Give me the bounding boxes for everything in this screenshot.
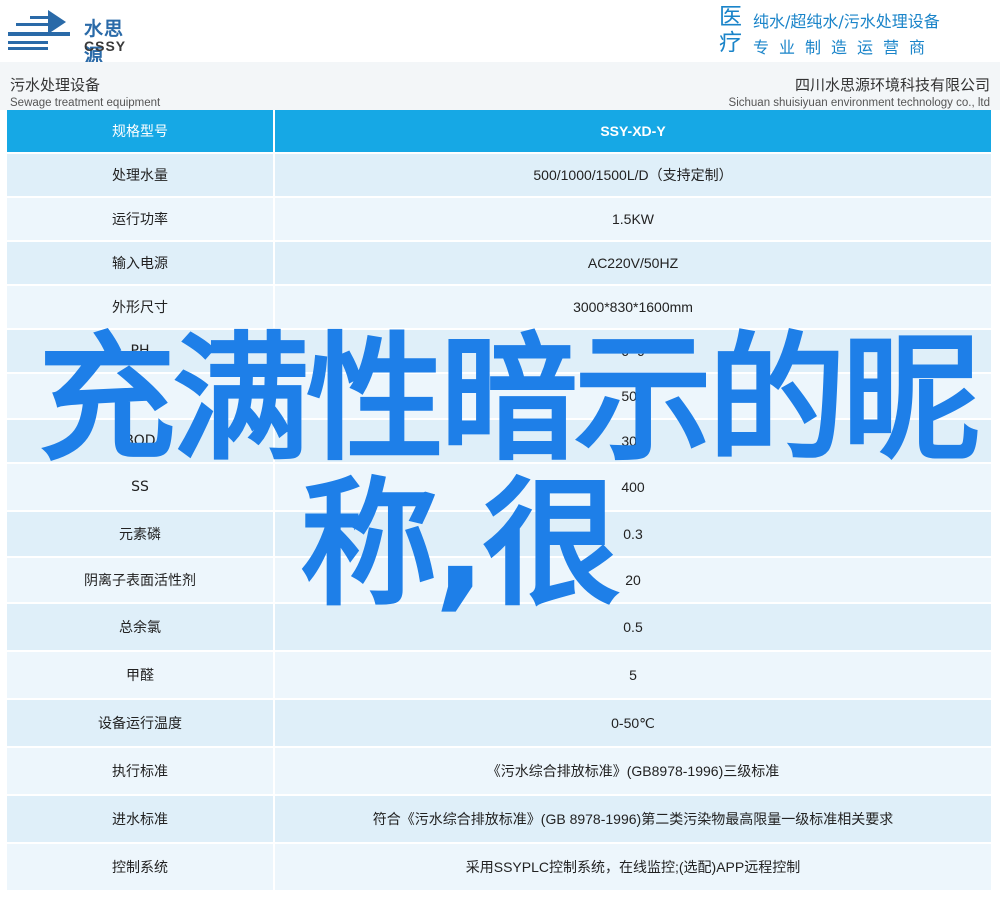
row-value: 400 (621, 479, 645, 495)
slogan-line-2: 专业制造运营商 (753, 38, 936, 57)
slogan: 医疗 纯水/超纯水/污水处理设备 专业制造运营商 (719, 4, 995, 57)
row-label: 进水标准 (7, 796, 275, 842)
table-header-label: 规格型号 (7, 110, 275, 152)
row-label: 输入电源 (7, 242, 275, 284)
row-value: 5 (629, 667, 637, 683)
sub-header: 污水处理设备 Sewage treatment equipment 四川水思源环… (0, 62, 1000, 110)
row-label: 设备运行温度 (7, 700, 275, 746)
row-label: 元素磷 (7, 512, 275, 556)
row-value: 3000*830*1600mm (573, 299, 693, 315)
row-label: 控制系统 (7, 844, 275, 890)
page-header: 水思源 CSSY 医疗 纯水/超纯水/污水处理设备 专业制造运营商 (0, 0, 1000, 67)
table-row: BOD 300 (7, 420, 991, 464)
table-row: 外形尺寸 3000*830*1600mm (7, 286, 991, 330)
table-row: 处理水量 500/1000/1500L/D（支持定制） (7, 154, 991, 198)
row-value: 符合《污水综合排放标准》(GB 8978-1996)第二类污染物最高限量一级标准… (372, 811, 894, 827)
table-row: 总余氯 0.5 (7, 604, 991, 652)
company-info: 四川水思源环境科技有限公司 Sichuan shuisiyuan environ… (729, 74, 990, 109)
table-row: COD 500 (7, 374, 991, 420)
slogan-line-1: 纯水/超纯水/污水处理设备 (753, 12, 940, 31)
row-value: 500 (621, 388, 645, 404)
row-label: 阴离子表面活性剂 (7, 558, 275, 602)
row-value: 《污水综合排放标准》(GB8978-1996)三级标准 (486, 763, 780, 779)
product-category-en: Sewage treatment equipment (10, 97, 161, 109)
brand-logo-icon (8, 10, 70, 50)
table-row: 设备运行温度 0-50℃ (7, 700, 991, 748)
row-value: AC220V/50HZ (587, 255, 679, 271)
row-value: 300 (621, 433, 645, 449)
table-row: 甲醛 5 (7, 652, 991, 700)
table-row: 元素磷 0.3 (7, 512, 991, 558)
row-value: 500/1000/1500L/D（支持定制） (533, 167, 733, 183)
row-value: 0.5 (623, 619, 643, 635)
row-label: 执行标准 (7, 748, 275, 794)
row-label: PH (7, 330, 275, 372)
company-name-en: Sichuan shuisiyuan environment technolog… (728, 97, 990, 109)
row-value: 0-50℃ (611, 714, 655, 731)
table-row: 执行标准 《污水综合排放标准》(GB8978-1996)三级标准 (7, 748, 991, 796)
row-label: 总余氯 (7, 604, 275, 650)
brand-logo[interactable]: 水思源 CSSY (8, 6, 138, 67)
table-header-row: 规格型号 SSY-XD-Y (7, 110, 991, 154)
row-label: 外形尺寸 (7, 286, 275, 328)
slogan-big-chars: 医疗 (719, 4, 742, 56)
table-row: 控制系统 采用SSYPLC控制系统，在线监控;(选配)APP远程控制 (7, 844, 991, 892)
table-row: SS 400 (7, 464, 991, 512)
row-value: 6~9 (621, 343, 645, 359)
row-label: 运行功率 (7, 198, 275, 240)
row-value: 1.5KW (611, 211, 654, 227)
row-label: BOD (7, 420, 275, 462)
row-label: SS (7, 464, 275, 510)
product-category-cn: 污水处理设备 (10, 76, 101, 94)
product-category: 污水处理设备 Sewage treatment equipment (10, 74, 160, 109)
row-value: 0.3 (623, 526, 643, 542)
table-row: 阴离子表面活性剂 20 (7, 558, 991, 604)
row-label: COD (7, 374, 275, 418)
table-row: PH 6~9 (7, 330, 991, 374)
row-value: 采用SSYPLC控制系统，在线监控;(选配)APP远程控制 (465, 859, 801, 875)
brand-name-en: CSSY (84, 38, 127, 54)
row-label: 甲醛 (7, 652, 275, 698)
table-row: 进水标准 符合《污水综合排放标准》(GB 8978-1996)第二类污染物最高限… (7, 796, 991, 844)
company-name-cn: 四川水思源环境科技有限公司 (794, 76, 990, 94)
spec-table: 规格型号 SSY-XD-Y 处理水量 500/1000/1500L/D（支持定制… (7, 110, 991, 892)
table-row: 运行功率 1.5KW (7, 198, 991, 242)
row-label: 处理水量 (7, 154, 275, 196)
table-row: 输入电源 AC220V/50HZ (7, 242, 991, 286)
row-value: 20 (625, 572, 641, 588)
table-header-value: SSY-XD-Y (600, 123, 666, 139)
